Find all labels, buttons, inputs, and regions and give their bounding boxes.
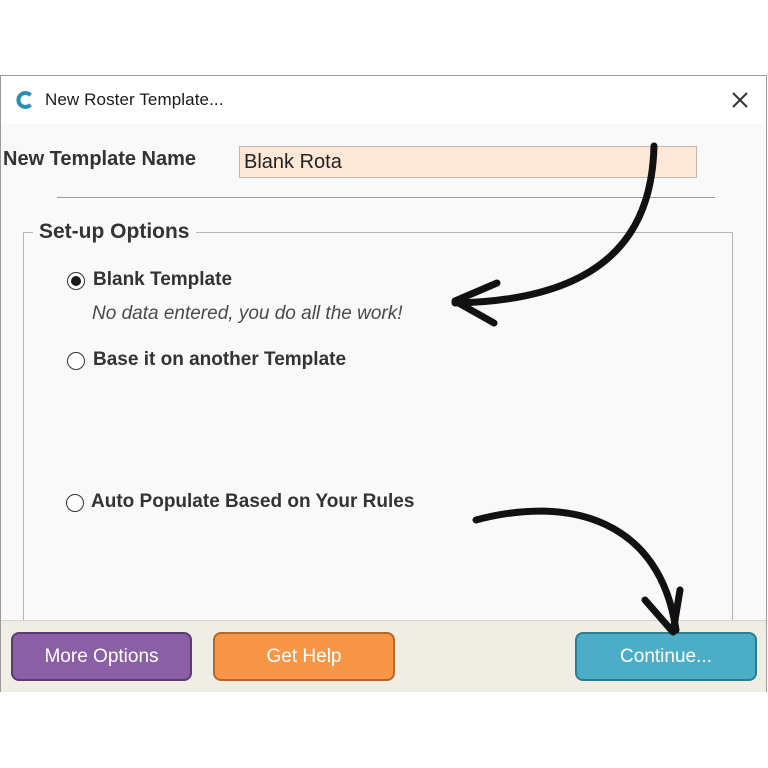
radio-blank-template[interactable] — [67, 272, 85, 290]
get-help-button[interactable]: Get Help — [213, 632, 395, 681]
page: New Roster Template... New Template Name… — [0, 0, 768, 768]
button-bar: More Options Get Help Continue... — [1, 620, 766, 692]
setup-options-legend: Set-up Options — [33, 220, 196, 244]
close-icon[interactable] — [728, 88, 752, 112]
c-logo-icon — [16, 91, 32, 109]
title-bar: New Roster Template... — [1, 76, 766, 124]
divider — [57, 197, 715, 199]
continue-button[interactable]: Continue... — [575, 632, 757, 681]
radio-label-auto-populate[interactable]: Auto Populate Based on Your Rules — [91, 491, 414, 513]
radio-auto-populate[interactable] — [66, 494, 84, 512]
blank-template-description: No data entered, you do all the work! — [92, 303, 403, 324]
radio-label-base-on-template[interactable]: Base it on another Template — [93, 349, 346, 371]
setup-options-group — [23, 232, 733, 666]
more-options-button[interactable]: More Options — [11, 632, 192, 681]
radio-base-on-template[interactable] — [67, 352, 85, 370]
template-name-input[interactable] — [239, 146, 697, 178]
template-name-label: New Template Name — [3, 148, 197, 170]
radio-label-blank-template[interactable]: Blank Template — [93, 269, 232, 291]
dialog-window: New Roster Template... New Template Name… — [0, 75, 767, 692]
window-title: New Roster Template... — [45, 90, 224, 109]
